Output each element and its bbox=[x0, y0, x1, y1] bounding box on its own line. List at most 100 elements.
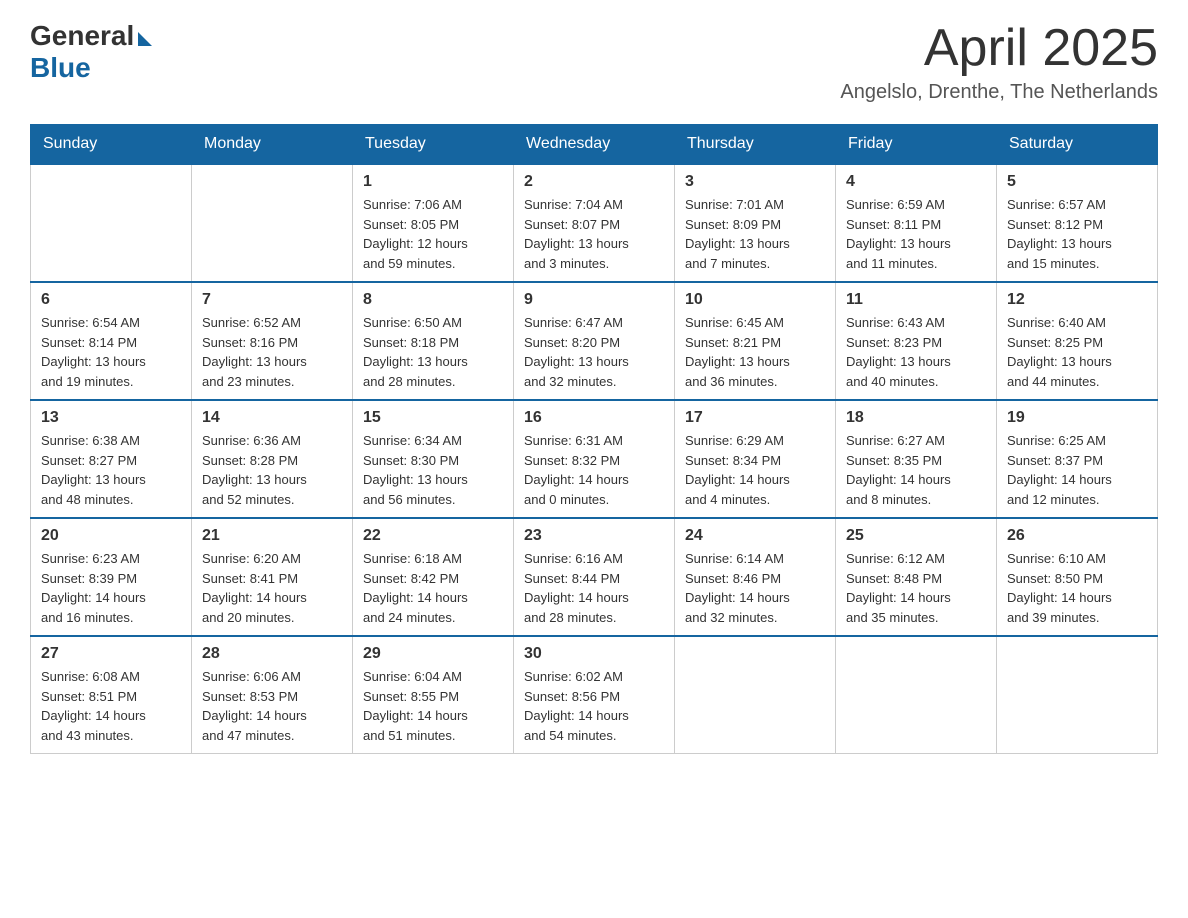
calendar-cell: 27 Sunrise: 6:08 AM Sunset: 8:51 PM Dayli… bbox=[31, 636, 192, 754]
calendar-cell: 1 Sunrise: 7:06 AM Sunset: 8:05 PM Daylig… bbox=[353, 164, 514, 282]
month-title: April 2025 bbox=[840, 20, 1158, 77]
calendar-week-row: 1 Sunrise: 7:06 AM Sunset: 8:05 PM Daylig… bbox=[31, 164, 1158, 282]
calendar-cell: 30Sunrise: 6:02 AM Sunset: 8:56 PM Dayli… bbox=[514, 636, 675, 754]
day-info: Sunrise: 6:02 AM Sunset: 8:56 PM Dayligh… bbox=[524, 667, 664, 745]
day-number: 17 bbox=[685, 409, 825, 427]
day-number: 28 bbox=[202, 645, 342, 663]
day-info: Sunrise: 6:18 AM Sunset: 8:42 PM Dayligh… bbox=[363, 549, 503, 627]
calendar-cell: 4 Sunrise: 6:59 AM Sunset: 8:11 PM Daylig… bbox=[836, 164, 997, 282]
day-info: Sunrise: 6:14 AM Sunset: 8:46 PM Dayligh… bbox=[685, 549, 825, 627]
calendar-header-row: SundayMondayTuesdayWednesdayThursdayFrid… bbox=[31, 125, 1158, 165]
calendar-week-row: 27 Sunrise: 6:08 AM Sunset: 8:51 PM Dayli… bbox=[31, 636, 1158, 754]
day-info: Sunrise: 6:16 AM Sunset: 8:44 PM Dayligh… bbox=[524, 549, 664, 627]
day-number: 22 bbox=[363, 527, 503, 545]
weekday-header-monday: Monday bbox=[192, 125, 353, 165]
day-number: 15 bbox=[363, 409, 503, 427]
day-info: Sunrise: 6:50 AM Sunset: 8:18 PM Dayligh… bbox=[363, 313, 503, 391]
day-number: 6 bbox=[41, 291, 181, 309]
day-number: 5 bbox=[1007, 173, 1147, 191]
calendar-cell: 13Sunrise: 6:38 AM Sunset: 8:27 PM Dayli… bbox=[31, 400, 192, 518]
calendar-cell: 2Sunrise: 7:04 AM Sunset: 8:07 PM Daylig… bbox=[514, 164, 675, 282]
day-info: Sunrise: 6:04 AM Sunset: 8:55 PM Dayligh… bbox=[363, 667, 503, 745]
day-number: 4 bbox=[846, 173, 986, 191]
day-number: 3 bbox=[685, 173, 825, 191]
location-text: Angelslo, Drenthe, The Netherlands bbox=[840, 81, 1158, 104]
calendar-cell: 22 Sunrise: 6:18 AM Sunset: 8:42 PM Dayli… bbox=[353, 518, 514, 636]
calendar-cell: 11 Sunrise: 6:43 AM Sunset: 8:23 PM Dayli… bbox=[836, 282, 997, 400]
calendar-week-row: 6 Sunrise: 6:54 AM Sunset: 8:14 PM Daylig… bbox=[31, 282, 1158, 400]
day-info: Sunrise: 6:45 AM Sunset: 8:21 PM Dayligh… bbox=[685, 313, 825, 391]
day-info: Sunrise: 6:27 AM Sunset: 8:35 PM Dayligh… bbox=[846, 431, 986, 509]
calendar-cell: 28 Sunrise: 6:06 AM Sunset: 8:53 PM Dayli… bbox=[192, 636, 353, 754]
day-number: 16 bbox=[524, 409, 664, 427]
day-info: Sunrise: 6:29 AM Sunset: 8:34 PM Dayligh… bbox=[685, 431, 825, 509]
calendar-cell bbox=[836, 636, 997, 754]
day-number: 23 bbox=[524, 527, 664, 545]
day-info: Sunrise: 6:36 AM Sunset: 8:28 PM Dayligh… bbox=[202, 431, 342, 509]
weekday-header-sunday: Sunday bbox=[31, 125, 192, 165]
day-info: Sunrise: 7:06 AM Sunset: 8:05 PM Dayligh… bbox=[363, 195, 503, 273]
calendar-cell bbox=[31, 164, 192, 282]
day-number: 29 bbox=[363, 645, 503, 663]
calendar-table: SundayMondayTuesdayWednesdayThursdayFrid… bbox=[30, 124, 1158, 754]
day-info: Sunrise: 6:57 AM Sunset: 8:12 PM Dayligh… bbox=[1007, 195, 1147, 273]
calendar-cell: 26Sunrise: 6:10 AM Sunset: 8:50 PM Dayli… bbox=[997, 518, 1158, 636]
logo: General Blue bbox=[30, 20, 152, 84]
day-info: Sunrise: 6:54 AM Sunset: 8:14 PM Dayligh… bbox=[41, 313, 181, 391]
calendar-cell: 10 Sunrise: 6:45 AM Sunset: 8:21 PM Dayli… bbox=[675, 282, 836, 400]
day-number: 27 bbox=[41, 645, 181, 663]
day-number: 9 bbox=[524, 291, 664, 309]
day-info: Sunrise: 6:47 AM Sunset: 8:20 PM Dayligh… bbox=[524, 313, 664, 391]
calendar-cell: 17 Sunrise: 6:29 AM Sunset: 8:34 PM Dayli… bbox=[675, 400, 836, 518]
day-info: Sunrise: 7:01 AM Sunset: 8:09 PM Dayligh… bbox=[685, 195, 825, 273]
day-info: Sunrise: 6:20 AM Sunset: 8:41 PM Dayligh… bbox=[202, 549, 342, 627]
calendar-cell bbox=[997, 636, 1158, 754]
day-info: Sunrise: 6:08 AM Sunset: 8:51 PM Dayligh… bbox=[41, 667, 181, 745]
calendar-cell: 7Sunrise: 6:52 AM Sunset: 8:16 PM Daylig… bbox=[192, 282, 353, 400]
calendar-cell: 6 Sunrise: 6:54 AM Sunset: 8:14 PM Daylig… bbox=[31, 282, 192, 400]
day-info: Sunrise: 6:31 AM Sunset: 8:32 PM Dayligh… bbox=[524, 431, 664, 509]
day-number: 10 bbox=[685, 291, 825, 309]
calendar-cell: 24 Sunrise: 6:14 AM Sunset: 8:46 PM Dayli… bbox=[675, 518, 836, 636]
calendar-cell: 25 Sunrise: 6:12 AM Sunset: 8:48 PM Dayli… bbox=[836, 518, 997, 636]
calendar-cell: 16 Sunrise: 6:31 AM Sunset: 8:32 PM Dayli… bbox=[514, 400, 675, 518]
day-number: 25 bbox=[846, 527, 986, 545]
calendar-cell: 15 Sunrise: 6:34 AM Sunset: 8:30 PM Dayli… bbox=[353, 400, 514, 518]
calendar-cell bbox=[675, 636, 836, 754]
day-number: 12 bbox=[1007, 291, 1147, 309]
weekday-header-thursday: Thursday bbox=[675, 125, 836, 165]
day-info: Sunrise: 6:12 AM Sunset: 8:48 PM Dayligh… bbox=[846, 549, 986, 627]
calendar-cell bbox=[192, 164, 353, 282]
day-number: 14 bbox=[202, 409, 342, 427]
header-right: April 2025 Angelslo, Drenthe, The Nether… bbox=[840, 20, 1158, 104]
day-info: Sunrise: 6:43 AM Sunset: 8:23 PM Dayligh… bbox=[846, 313, 986, 391]
day-info: Sunrise: 6:06 AM Sunset: 8:53 PM Dayligh… bbox=[202, 667, 342, 745]
calendar-cell: 5 Sunrise: 6:57 AM Sunset: 8:12 PM Daylig… bbox=[997, 164, 1158, 282]
day-number: 2 bbox=[524, 173, 664, 191]
calendar-week-row: 13Sunrise: 6:38 AM Sunset: 8:27 PM Dayli… bbox=[31, 400, 1158, 518]
day-info: Sunrise: 6:23 AM Sunset: 8:39 PM Dayligh… bbox=[41, 549, 181, 627]
logo-general-text: General bbox=[30, 20, 134, 52]
calendar-cell: 29 Sunrise: 6:04 AM Sunset: 8:55 PM Dayli… bbox=[353, 636, 514, 754]
day-number: 8 bbox=[363, 291, 503, 309]
calendar-cell: 14 Sunrise: 6:36 AM Sunset: 8:28 PM Dayli… bbox=[192, 400, 353, 518]
day-info: Sunrise: 6:25 AM Sunset: 8:37 PM Dayligh… bbox=[1007, 431, 1147, 509]
weekday-header-tuesday: Tuesday bbox=[353, 125, 514, 165]
weekday-header-saturday: Saturday bbox=[997, 125, 1158, 165]
day-info: Sunrise: 6:38 AM Sunset: 8:27 PM Dayligh… bbox=[41, 431, 181, 509]
calendar-cell: 9 Sunrise: 6:47 AM Sunset: 8:20 PM Daylig… bbox=[514, 282, 675, 400]
day-number: 11 bbox=[846, 291, 986, 309]
day-info: Sunrise: 6:40 AM Sunset: 8:25 PM Dayligh… bbox=[1007, 313, 1147, 391]
weekday-header-friday: Friday bbox=[836, 125, 997, 165]
day-info: Sunrise: 6:52 AM Sunset: 8:16 PM Dayligh… bbox=[202, 313, 342, 391]
calendar-cell: 20Sunrise: 6:23 AM Sunset: 8:39 PM Dayli… bbox=[31, 518, 192, 636]
day-number: 1 bbox=[363, 173, 503, 191]
day-info: Sunrise: 6:59 AM Sunset: 8:11 PM Dayligh… bbox=[846, 195, 986, 273]
logo-arrow-icon bbox=[138, 32, 152, 46]
day-number: 21 bbox=[202, 527, 342, 545]
day-info: Sunrise: 6:34 AM Sunset: 8:30 PM Dayligh… bbox=[363, 431, 503, 509]
calendar-cell: 18Sunrise: 6:27 AM Sunset: 8:35 PM Dayli… bbox=[836, 400, 997, 518]
calendar-week-row: 20Sunrise: 6:23 AM Sunset: 8:39 PM Dayli… bbox=[31, 518, 1158, 636]
day-number: 24 bbox=[685, 527, 825, 545]
page-header: General Blue April 2025 Angelslo, Drenth… bbox=[30, 20, 1158, 104]
